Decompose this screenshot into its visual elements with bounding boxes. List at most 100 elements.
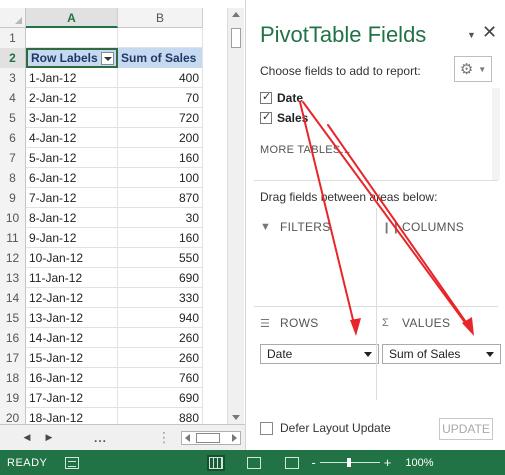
scroll-up-icon[interactable] bbox=[232, 12, 240, 17]
date-cell[interactable]: 12-Jan-12 bbox=[26, 288, 118, 308]
update-button[interactable]: UPDATE bbox=[439, 418, 493, 440]
sales-cell[interactable]: 160 bbox=[118, 228, 203, 248]
date-cell[interactable]: 17-Jan-12 bbox=[26, 388, 118, 408]
zoom-in-button[interactable]: + bbox=[384, 455, 392, 470]
row-header[interactable]: 11 bbox=[0, 228, 26, 248]
sales-cell[interactable]: 690 bbox=[118, 388, 203, 408]
field-checkbox-sales[interactable] bbox=[260, 110, 272, 124]
scroll-thumb[interactable] bbox=[231, 28, 241, 48]
sales-cell[interactable]: 30 bbox=[118, 208, 203, 228]
next-sheet-icon[interactable]: ▶ bbox=[42, 432, 56, 443]
sales-cell[interactable]: 550 bbox=[118, 248, 203, 268]
zoom-level[interactable]: 100% bbox=[405, 457, 433, 469]
select-all-corner[interactable] bbox=[0, 8, 26, 28]
sales-cell[interactable]: 160 bbox=[118, 148, 203, 168]
row-header[interactable]: 13 bbox=[0, 268, 26, 288]
zoom-slider[interactable]: - + bbox=[311, 455, 391, 470]
date-cell[interactable]: 7-Jan-12 bbox=[26, 188, 118, 208]
field-item-sales[interactable]: Sales bbox=[254, 108, 498, 128]
row-labels-cell[interactable]: Row Labels bbox=[26, 48, 118, 68]
sales-cell[interactable]: 260 bbox=[118, 328, 203, 348]
sales-cell[interactable]: 100 bbox=[118, 168, 203, 188]
dropdown-arrow-icon[interactable] bbox=[486, 351, 494, 357]
columns-area[interactable]: ❙❙ COLUMNS bbox=[382, 220, 501, 234]
dropdown-arrow-icon[interactable] bbox=[364, 351, 372, 357]
field-checkbox-date[interactable] bbox=[260, 90, 272, 104]
scroll-left-icon[interactable] bbox=[185, 433, 191, 442]
sales-cell[interactable]: 690 bbox=[118, 268, 203, 288]
row-header[interactable]: 14 bbox=[0, 288, 26, 308]
row-header[interactable]: 3 bbox=[0, 68, 26, 88]
row-header[interactable]: 8 bbox=[0, 168, 26, 188]
row-header[interactable]: 16 bbox=[0, 328, 26, 348]
row-header[interactable]: 17 bbox=[0, 348, 26, 368]
sales-cell[interactable]: 870 bbox=[118, 188, 203, 208]
date-cell[interactable]: 13-Jan-12 bbox=[26, 308, 118, 328]
date-cell[interactable]: 14-Jan-12 bbox=[26, 328, 118, 348]
sales-cell[interactable]: 70 bbox=[118, 88, 203, 108]
sales-cell[interactable]: 940 bbox=[118, 308, 203, 328]
row-header[interactable]: 9 bbox=[0, 188, 26, 208]
row-header[interactable]: 7 bbox=[0, 148, 26, 168]
zoom-out-button[interactable]: - bbox=[311, 455, 315, 470]
date-cell[interactable]: 6-Jan-12 bbox=[26, 168, 118, 188]
sales-cell[interactable]: 720 bbox=[118, 108, 203, 128]
sales-cell[interactable]: 260 bbox=[118, 348, 203, 368]
row-header[interactable]: 15 bbox=[0, 308, 26, 328]
date-cell[interactable]: 16-Jan-12 bbox=[26, 368, 118, 388]
defer-checkbox[interactable] bbox=[260, 421, 273, 435]
row-header[interactable]: 2 bbox=[0, 48, 26, 68]
row-header[interactable]: 19 bbox=[0, 388, 26, 408]
column-header-a[interactable]: A bbox=[26, 8, 118, 28]
row-header[interactable]: 10 bbox=[0, 208, 26, 228]
scroll-right-icon[interactable] bbox=[232, 433, 238, 442]
date-cell[interactable]: 15-Jan-12 bbox=[26, 348, 118, 368]
filter-dropdown-icon[interactable] bbox=[101, 51, 114, 65]
date-cell[interactable]: 5-Jan-12 bbox=[26, 148, 118, 168]
tools-button[interactable]: ⚙ ▼ bbox=[454, 56, 492, 82]
normal-view-icon[interactable] bbox=[207, 454, 226, 471]
defer-layout-update[interactable]: Defer Layout Update bbox=[260, 421, 391, 435]
macro-record-icon[interactable] bbox=[65, 456, 80, 469]
horizontal-scrollbar[interactable] bbox=[181, 430, 242, 445]
vertical-scrollbar[interactable] bbox=[227, 8, 244, 424]
row-header[interactable]: 18 bbox=[0, 368, 26, 388]
date-cell[interactable]: 11-Jan-12 bbox=[26, 268, 118, 288]
sales-cell[interactable]: 400 bbox=[118, 68, 203, 88]
sum-of-sales-header[interactable]: Sum of Sales bbox=[118, 48, 203, 68]
cell-b[interactable] bbox=[118, 28, 203, 48]
sales-cell[interactable]: 200 bbox=[118, 128, 203, 148]
page-break-view-icon[interactable] bbox=[285, 456, 300, 469]
row-header[interactable]: 1 bbox=[0, 28, 26, 48]
values-field-dropdown[interactable]: Sum of Sales bbox=[382, 344, 501, 364]
field-list-scrollbar[interactable] bbox=[492, 88, 500, 180]
column-header-b[interactable]: B bbox=[118, 8, 203, 28]
more-tables-link[interactable]: MORE TABLES... bbox=[260, 144, 351, 156]
date-cell[interactable]: 1-Jan-12 bbox=[26, 68, 118, 88]
sales-cell[interactable]: 760 bbox=[118, 368, 203, 388]
more-sheets-button[interactable]: ... bbox=[94, 431, 107, 445]
row-header[interactable]: 6 bbox=[0, 128, 26, 148]
values-area[interactable]: Σ VALUES Sum of Sales bbox=[382, 316, 501, 364]
date-cell[interactable]: 3-Jan-12 bbox=[26, 108, 118, 128]
date-cell[interactable]: 2-Jan-12 bbox=[26, 88, 118, 108]
row-header[interactable]: 4 bbox=[0, 88, 26, 108]
field-item-date[interactable]: Date bbox=[254, 88, 498, 108]
close-icon[interactable]: ✕ bbox=[482, 22, 497, 43]
page-layout-view-icon[interactable] bbox=[247, 456, 262, 469]
scroll-down-icon[interactable] bbox=[232, 415, 240, 420]
rows-area[interactable]: ☰ ROWS Date bbox=[260, 316, 379, 364]
rows-field-dropdown[interactable]: Date bbox=[260, 344, 379, 364]
date-cell[interactable]: 10-Jan-12 bbox=[26, 248, 118, 268]
pane-options-chevron-icon[interactable]: ▼ bbox=[467, 30, 476, 40]
prev-sheet-icon[interactable]: ◀ bbox=[20, 432, 34, 443]
tab-splitter[interactable]: ⋮ bbox=[157, 429, 171, 446]
cell-a[interactable] bbox=[26, 28, 118, 48]
horizontal-scroll-thumb[interactable] bbox=[196, 432, 221, 443]
date-cell[interactable]: 4-Jan-12 bbox=[26, 128, 118, 148]
date-cell[interactable]: 8-Jan-12 bbox=[26, 208, 118, 228]
filters-area[interactable]: ▼ FILTERS bbox=[260, 220, 379, 234]
row-header[interactable]: 5 bbox=[0, 108, 26, 128]
date-cell[interactable]: 9-Jan-12 bbox=[26, 228, 118, 248]
sales-cell[interactable]: 330 bbox=[118, 288, 203, 308]
